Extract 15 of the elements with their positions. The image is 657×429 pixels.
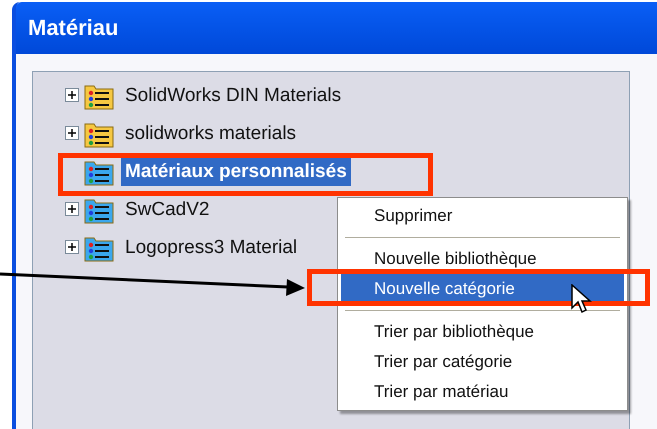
expand-icon[interactable] [65,88,79,102]
tree-item[interactable]: Matériaux personnalisés [121,158,351,186]
window-title: Matériau [28,14,118,42]
expand-icon[interactable] [65,126,79,140]
menu-item[interactable]: Trier par catégorie [341,347,624,377]
menu-item[interactable]: Supprimer [341,201,624,231]
cursor-icon [571,284,595,316]
expand-icon[interactable] [65,240,79,254]
expand-icon[interactable] [65,202,79,216]
tree-item[interactable]: SwCadV2 [121,196,214,224]
tree-item[interactable]: Logopress3 Material [121,234,302,262]
tree-item[interactable]: solidworks materials [121,120,300,148]
menu-item[interactable]: Trier par matériau [341,377,624,407]
menu-item[interactable]: Trier par bibliothèque [341,317,624,347]
tree-item[interactable]: SolidWorks DIN Materials [121,82,346,110]
